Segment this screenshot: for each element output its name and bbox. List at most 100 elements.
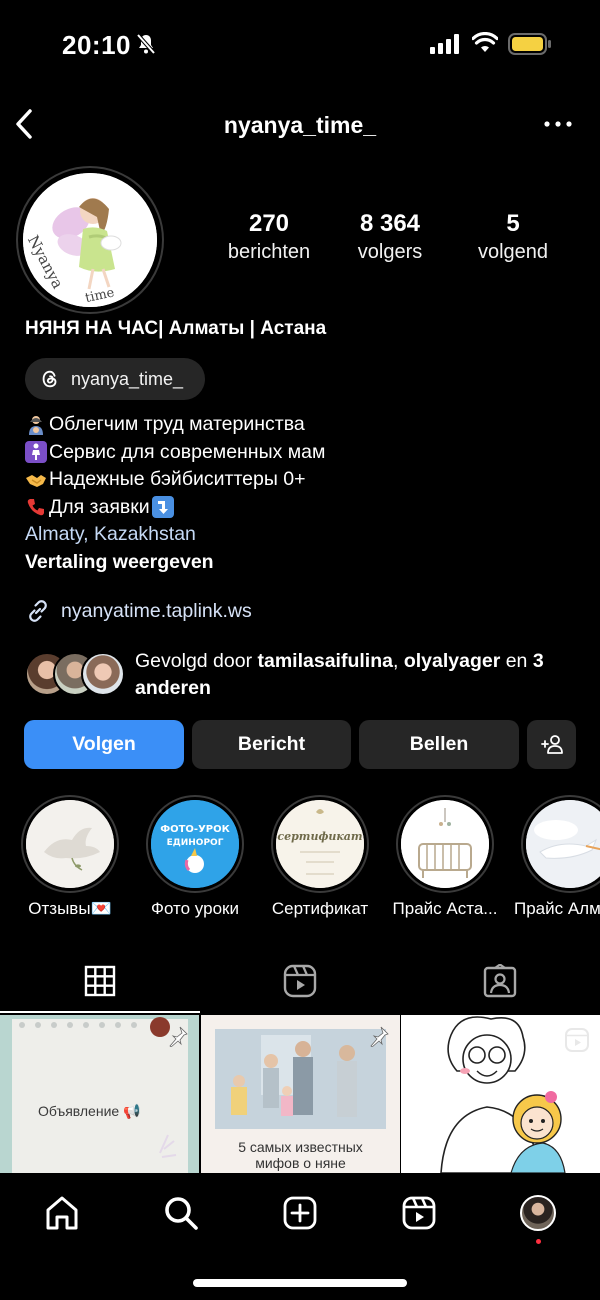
bio-line-text: Сервис для современных мам [49,440,326,463]
battery-icon [508,33,551,55]
bio-line: Для заявки [25,494,325,522]
highlight-cover [26,800,114,888]
search-icon [165,1197,198,1230]
post-thumbnail[interactable] [401,1015,600,1173]
post-thumbnail[interactable]: 5 самых известных мифов о няне [200,1015,400,1173]
more-horizontal-icon [544,121,572,127]
tab-tagged[interactable] [400,950,600,1012]
profile-display-name: НЯНЯ НА ЧАС| Алматы | Астана [25,318,327,339]
stat-posts[interactable]: 270 berichten [200,210,338,266]
followed-by-text: Gevolgd door tamilasaifulina, olyalyager… [135,648,595,702]
more-options-button[interactable] [544,114,572,134]
highlight-item[interactable]: сертификат Сертификат [270,795,370,919]
profile-content-tabs [0,950,600,1014]
home-icon [46,1196,78,1230]
follower-avatar [81,652,125,696]
arrow-down-emoji-icon [151,496,174,519]
reels-icon [283,964,317,998]
tagged-user-icon [483,964,517,998]
call-button[interactable]: Bellen [359,720,519,769]
stat-following[interactable]: 5 volgend [460,210,566,266]
highlight-item[interactable]: ФОТО-УРОК ЕДИНОРОГ Фото уроки [145,795,245,919]
nav-home[interactable] [32,1191,92,1235]
threads-profile-chip[interactable]: nyanya_time_ [25,358,205,400]
highlight-item[interactable]: Отзывы💌 [20,795,120,919]
profile-link-url: nyanyatime.taplink.ws [61,599,252,622]
profile-bio: Облегчим труд материнства Сервис для сов… [25,411,325,576]
profile-actions: Volgen Bericht Bellen [24,720,576,770]
story-highlights: Отзывы💌 ФОТО-УРОК ЕДИНОРОГ Фото уроки се… [0,795,600,930]
stat-following-value: 5 [506,210,520,237]
highlight-ring [396,795,494,893]
dove-illustration [26,800,114,888]
add-person-icon [540,734,563,754]
highlight-label: Отзывы💌 [28,899,112,918]
pregnant-woman-emoji-icon [25,441,47,464]
stork-illustration [526,800,600,888]
nanny-logo-illustration: Nyanya time [23,173,157,307]
highlight-item[interactable]: Прайс Алм [514,795,600,919]
post-thumbnail[interactable]: Объявление 📢 [0,1015,199,1173]
stat-posts-label: berichten [227,241,311,263]
followed-by-prefix: Gevolgd door [135,650,258,672]
translate-bio-link[interactable]: Vertaling weergeven [25,549,325,577]
post-caption: мифов о няне [255,1155,346,1171]
nav-reels[interactable] [389,1191,449,1235]
highlight-cover-text: ЕДИНОРОГ [167,838,224,848]
bio-line-text: Для заявки [49,495,150,518]
wifi-icon [472,32,498,52]
active-tab-indicator [0,1011,200,1013]
threads-icon [42,370,57,388]
highlight-item[interactable]: Прайс Аста... [393,795,497,919]
highlight-cover [401,800,489,888]
highlight-ring [21,795,119,893]
profile-avatar-small [520,1195,556,1231]
bio-location[interactable]: Almaty, Kazakhstan [25,521,325,549]
followed-by-section[interactable]: Gevolgd door tamilasaifulina, olyalyager… [25,648,585,702]
nav-search[interactable] [151,1191,211,1235]
cellular-signal-icon [430,34,459,54]
stat-posts-value: 270 [248,210,290,237]
bio-line: Надежные бэйбиситтеры 0+ [25,466,325,494]
bell-off-icon [136,33,156,55]
bio-line-text: Облегчим труд материнства [49,413,305,435]
nav-profile[interactable] [508,1191,568,1244]
tab-posts-grid[interactable] [0,950,200,1012]
highlight-label: Прайс Алм [514,899,600,918]
mother-baby-emoji-icon [25,414,47,436]
profile-avatar[interactable]: Nyanya time [16,166,164,314]
suggested-users-button[interactable] [527,720,576,769]
highlight-label: Фото уроки [151,899,239,918]
highlight-cover: ФОТО-УРОК ЕДИНОРОГ [151,800,239,888]
tab-reels[interactable] [200,950,400,1012]
pinned-post-icon [369,1026,389,1047]
status-bar: 20:10 [0,0,600,88]
stat-followers[interactable]: 8 364 volgers [332,210,448,266]
highlight-cover-text: ФОТО-УРОК [160,824,230,835]
message-button[interactable]: Bericht [192,720,351,769]
followed-by-user: tamilasaifulina [257,650,393,672]
post-caption: Объявление 📢 [38,1103,141,1120]
highlight-label: Сертификат [271,899,369,918]
highlight-ring [521,795,600,893]
profile-username-title: nyanya_time_ [223,112,377,138]
profile-link[interactable]: nyanyatime.taplink.ws [25,598,252,624]
unicorn-lesson-cover: ФОТО-УРОК ЕДИНОРОГ [151,800,239,888]
link-icon [29,600,47,622]
telephone-emoji-icon [25,496,47,518]
home-indicator [193,1279,407,1287]
threads-handle: nyanya_time_ [71,368,184,389]
highlight-cover-text: сертификат [277,830,362,843]
highlight-cover: сертификат [276,800,364,888]
nav-create[interactable] [270,1191,330,1235]
bio-line-text: Надежные бэйбиситтеры 0+ [49,468,306,490]
add-post-icon [283,1196,317,1230]
bio-line: Сервис для современных мам [25,439,325,467]
reel-indicator-icon [565,1028,589,1052]
grid-icon [84,965,116,997]
follow-button[interactable]: Volgen [24,720,184,769]
avatar-image: Nyanya time [23,173,157,307]
stat-following-label: volgend [477,241,549,263]
followed-by-conjunction: en [500,650,533,672]
reels-icon [402,1196,436,1230]
